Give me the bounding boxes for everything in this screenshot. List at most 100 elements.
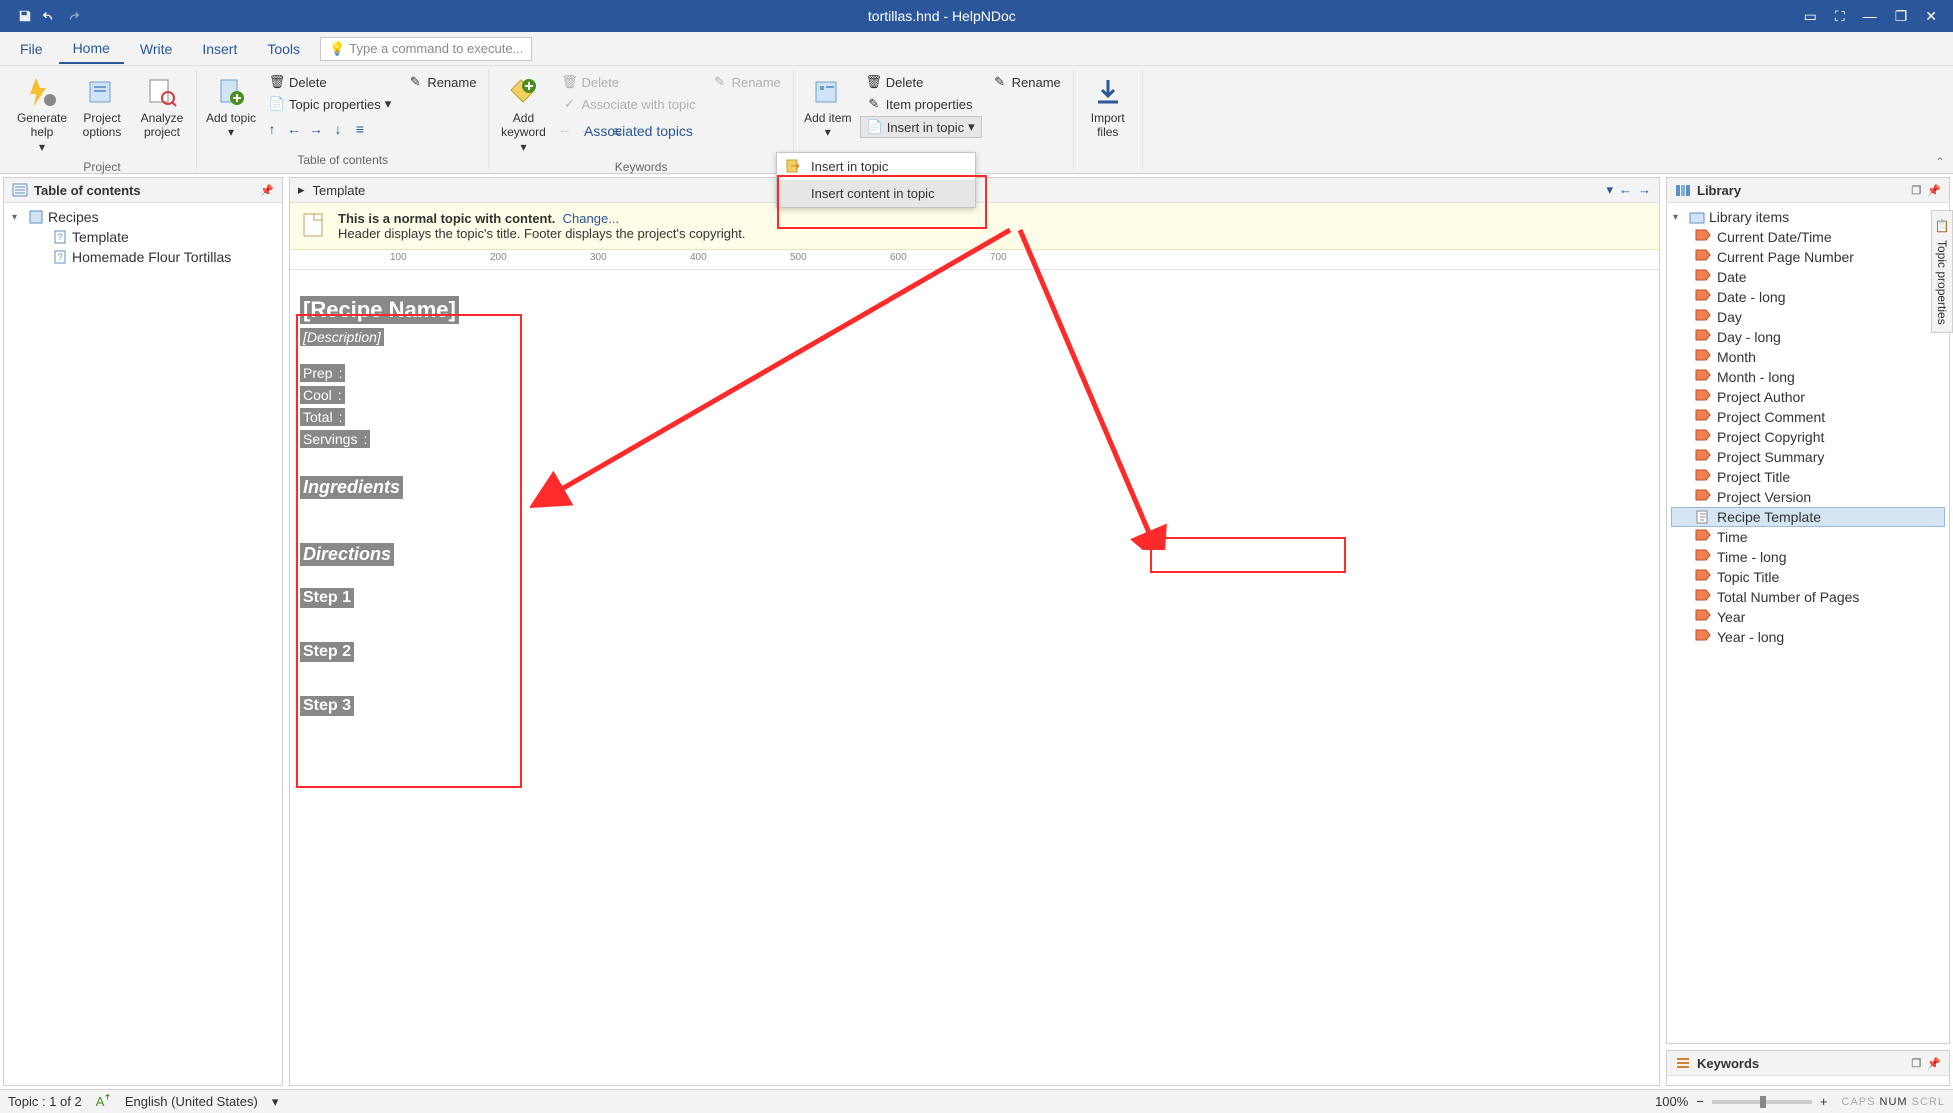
arrow-right-icon[interactable]: → — [307, 120, 325, 138]
doc-step1[interactable]: Step 1 — [300, 588, 354, 608]
info-change-link[interactable]: Change... — [563, 211, 619, 226]
pin-icon[interactable]: 📌 — [1927, 184, 1941, 197]
undo-icon[interactable] — [42, 9, 56, 23]
library-item[interactable]: Year — [1671, 607, 1945, 627]
lib-props-button[interactable]: ✎Item properties — [860, 94, 982, 114]
minimize-icon[interactable]: — — [1863, 8, 1877, 25]
ribbon-opts-icon[interactable]: ▭ — [1804, 8, 1817, 25]
arrow-left-icon[interactable]: ← — [555, 120, 573, 138]
arrow-up-icon[interactable]: ↑ — [263, 120, 281, 138]
maximize-icon[interactable]: ❐ — [1895, 8, 1908, 25]
command-search[interactable]: 💡 Type a command to execute... — [320, 37, 532, 61]
breadcrumb-arrow-icon[interactable]: ▸ — [298, 182, 305, 198]
expand-icon[interactable]: ▾ — [1673, 212, 1685, 223]
pin-icon[interactable]: 📌 — [1927, 1057, 1941, 1070]
library-root[interactable]: ▾ Library items — [1671, 207, 1945, 227]
topic-properties-tab[interactable]: 📋 Topic properties — [1931, 210, 1953, 333]
nav-fwd-icon[interactable]: → — [1638, 182, 1651, 198]
nav-dropdown-icon[interactable]: ▾ — [1606, 182, 1613, 198]
library-item[interactable]: Project Comment — [1671, 407, 1945, 427]
doc-cool[interactable]: Cool — [300, 386, 335, 404]
library-item[interactable]: Project Version — [1671, 487, 1945, 507]
kw-associate-button[interactable]: ✓Associate with topic — [555, 94, 701, 114]
lib-delete-button[interactable]: 🗑Delete — [860, 72, 982, 92]
restore-icon[interactable]: ❐ — [1911, 184, 1921, 197]
library-item[interactable]: Date - long — [1671, 287, 1945, 307]
tree-root[interactable]: ▾ Recipes — [8, 207, 278, 227]
library-item[interactable]: Month - long — [1671, 367, 1945, 387]
doc-directions[interactable]: Directions — [300, 543, 394, 566]
library-item[interactable]: Current Date/Time — [1671, 227, 1945, 247]
toc-delete-button[interactable]: 🗑Delete — [263, 72, 397, 92]
ribbon-collapse-icon[interactable]: ⌃ — [1935, 155, 1945, 169]
doc-servings[interactable]: Servings — [300, 430, 360, 448]
menu-insert-in-topic[interactable]: Insert in topic — [777, 153, 975, 180]
kw-rename-button[interactable]: ✎Rename — [706, 72, 787, 92]
library-item[interactable]: Topic Title — [1671, 567, 1945, 587]
kw-associated-button[interactable]: ≡Associated topics — [603, 120, 653, 142]
restore-icon[interactable]: ❐ — [1911, 1057, 1921, 1070]
menu-insert-content-in-topic[interactable]: Insert content in topic — [777, 180, 975, 207]
kw-delete-button[interactable]: 🗑Delete — [555, 72, 701, 92]
library-item[interactable]: Day - long — [1671, 327, 1945, 347]
tab-write[interactable]: Write — [126, 35, 186, 63]
doc-desc[interactable]: [Description] — [300, 328, 384, 346]
library-item[interactable]: Current Page Number — [1671, 247, 1945, 267]
zoom-in-icon[interactable]: + — [1820, 1094, 1828, 1109]
doc-total[interactable]: Total — [300, 408, 336, 426]
library-item[interactable]: Total Number of Pages — [1671, 587, 1945, 607]
nav-back-icon[interactable]: ← — [1619, 182, 1632, 198]
library-item[interactable]: Recipe Template — [1671, 507, 1945, 527]
toc-rename-button[interactable]: ✎Rename — [401, 72, 482, 92]
ruler[interactable]: 100 200 300 400 500 600 700 — [290, 250, 1659, 270]
tab-insert[interactable]: Insert — [188, 35, 251, 63]
library-item[interactable]: Project Author — [1671, 387, 1945, 407]
arrow-down-icon[interactable]: ↓ — [329, 120, 347, 138]
redo-icon[interactable] — [66, 9, 80, 23]
library-item[interactable]: Day — [1671, 307, 1945, 327]
doc-step3[interactable]: Step 3 — [300, 696, 354, 716]
doc-prep[interactable]: Prep — [300, 364, 336, 382]
lib-insert-button[interactable]: 📄Insert in topic ▾ — [860, 116, 982, 138]
doc-title[interactable]: [Recipe Name] — [300, 296, 459, 324]
save-icon[interactable] — [18, 9, 32, 23]
expand-icon[interactable]: ▾ — [12, 212, 24, 223]
arrow-left-icon[interactable]: ← — [285, 120, 303, 138]
library-item[interactable]: Date — [1671, 267, 1945, 287]
list-icon[interactable]: ≡ — [351, 120, 369, 138]
breadcrumb[interactable]: Template — [313, 183, 366, 198]
library-item[interactable]: Project Copyright — [1671, 427, 1945, 447]
add-topic-button[interactable]: Add topic▾ — [203, 72, 259, 144]
close-icon[interactable]: ✕ — [1925, 8, 1937, 25]
tag-icon — [1695, 309, 1711, 325]
zoom-out-icon[interactable]: − — [1696, 1094, 1704, 1109]
pin-icon[interactable]: 📌 — [260, 184, 274, 197]
tree-item-template[interactable]: ? Template — [32, 227, 278, 247]
zoom-pct[interactable]: 100% — [1655, 1094, 1688, 1109]
tab-tools[interactable]: Tools — [253, 35, 314, 63]
doc-step2[interactable]: Step 2 — [300, 642, 354, 662]
library-item[interactable]: Time - long — [1671, 547, 1945, 567]
import-files-button[interactable]: Import files — [1080, 72, 1136, 144]
library-item[interactable]: Year - long — [1671, 627, 1945, 647]
status-lang[interactable]: English (United States) — [125, 1094, 258, 1109]
project-options-button[interactable]: Project options — [74, 72, 130, 144]
zoom-slider[interactable] — [1712, 1100, 1812, 1104]
analyze-project-button[interactable]: Analyze project — [134, 72, 190, 144]
tab-file[interactable]: File — [6, 35, 57, 63]
title-bar: tortillas.hnd - HelpNDoc ▭ ⛶ — ❐ ✕ — [0, 0, 1953, 32]
document-area[interactable]: [Recipe Name] [Description] Prep: Cool: … — [290, 270, 1659, 1085]
toc-props-button[interactable]: 📄Topic properties ▾ — [263, 94, 397, 114]
doc-ingredients[interactable]: Ingredients — [300, 476, 403, 499]
tree-item-tortillas[interactable]: ? Homemade Flour Tortillas — [32, 247, 278, 267]
library-item[interactable]: Project Title — [1671, 467, 1945, 487]
add-keyword-button[interactable]: Add keyword▾ — [495, 72, 551, 158]
lib-rename-button[interactable]: ✎Rename — [986, 72, 1067, 92]
library-item[interactable]: Project Summary — [1671, 447, 1945, 467]
add-item-button[interactable]: Add item▾ — [800, 72, 856, 144]
fullscreen-icon[interactable]: ⛶ — [1835, 8, 1845, 25]
tab-home[interactable]: Home — [59, 34, 124, 64]
library-item[interactable]: Time — [1671, 527, 1945, 547]
generate-help-button[interactable]: Generate help ▾ — [14, 72, 70, 158]
library-item[interactable]: Month — [1671, 347, 1945, 367]
